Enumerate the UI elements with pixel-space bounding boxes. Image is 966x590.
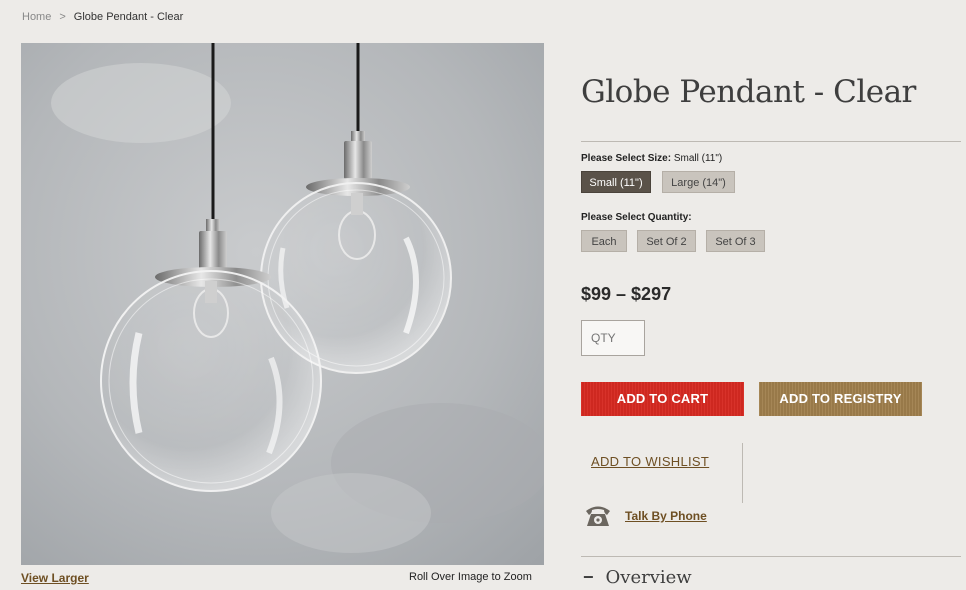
view-larger-link[interactable]: View Larger: [21, 571, 89, 585]
add-to-cart-button[interactable]: ADD TO CART: [581, 382, 744, 416]
talk-by-phone-link[interactable]: Talk By Phone: [625, 509, 707, 523]
qty-input[interactable]: [581, 320, 645, 356]
breadcrumb-current: Globe Pendant - Clear: [73, 11, 184, 23]
quantity-label: Please Select Quantity:: [581, 212, 692, 223]
add-to-registry-button[interactable]: ADD TO REGISTRY: [759, 382, 922, 416]
add-to-wishlist-link[interactable]: ADD TO WISHLIST: [591, 454, 709, 469]
title-divider: [581, 141, 961, 142]
globe-pendant-photo: [21, 43, 544, 565]
overview-label: Overview: [605, 567, 692, 588]
collapse-minus-icon: −: [583, 567, 594, 587]
breadcrumb-home-link[interactable]: Home: [22, 11, 51, 23]
size-label: Please Select Size: Small (11"): [581, 153, 722, 164]
size-selected-value: Small (11"): [673, 153, 723, 164]
size-option-large[interactable]: Large (14"): [662, 171, 735, 193]
quantity-option-set-of-3[interactable]: Set Of 3: [706, 230, 765, 252]
breadcrumb-separator: >: [59, 11, 66, 23]
overview-toggle[interactable]: − Overview: [583, 567, 692, 588]
phone-icon[interactable]: [584, 502, 612, 528]
quantity-option-each[interactable]: Each: [581, 230, 627, 252]
price-range: $99 – $297: [581, 284, 672, 304]
page-title: Globe Pendant - Clear: [581, 74, 916, 110]
overview-divider: [581, 556, 961, 557]
quantity-option-set-of-2[interactable]: Set Of 2: [637, 230, 696, 252]
breadcrumb: Home > Globe Pendant - Clear: [22, 11, 183, 23]
product-image[interactable]: [21, 43, 544, 565]
zoom-hint: Roll Over Image to Zoom: [409, 571, 532, 583]
size-option-small[interactable]: Small (11"): [581, 171, 651, 193]
vertical-divider: [742, 443, 743, 503]
size-label-text: Please Select Size:: [581, 153, 672, 164]
